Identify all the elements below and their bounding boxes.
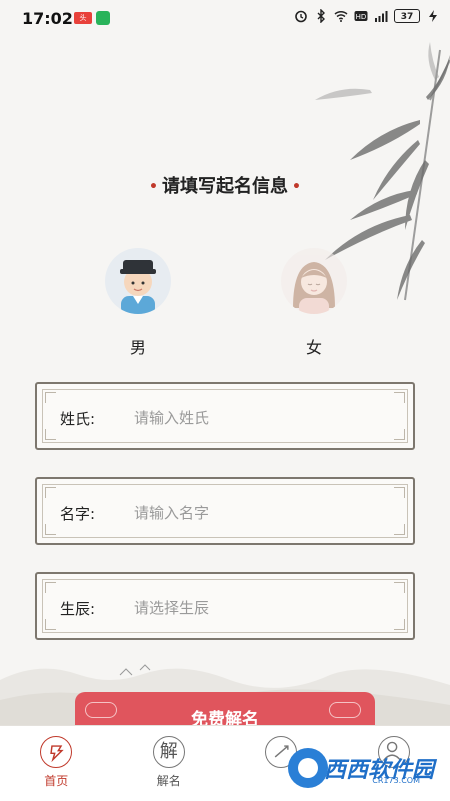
nav-item-interpret[interactable]: 解 解名 [113,726,226,801]
title-dot-right: • [292,179,301,195]
birth-time-picker[interactable] [132,594,396,622]
wifi-icon [334,9,348,23]
gender-male-option[interactable]: 男 [103,248,173,358]
surname-field[interactable]: 姓氏: [35,382,415,450]
cloud-ornament [329,702,361,718]
frame-corner [394,392,405,403]
status-time: 17:02 [22,9,73,28]
watermark-logo-icon [288,748,328,788]
cloud-ornament [85,702,117,718]
female-avatar[interactable] [281,248,347,314]
status-bar: 17:02 头 HD 37 [0,0,450,36]
nav-label-interpret: 解名 [113,772,226,789]
hd-icon: HD [354,9,368,23]
interpret-icon: 解 [153,736,185,768]
form-title-text: 请填写起名信息 [162,176,288,197]
gender-female-option[interactable]: 女 [279,248,349,358]
surname-label: 姓氏: [60,408,95,429]
watermark-subtext: CR173.COM [372,776,420,785]
gender-male-label: 男 [103,334,173,358]
bluetooth-icon [314,9,328,23]
security-notification-icon [96,11,110,25]
alarm-icon [294,9,308,23]
status-icons: HD 37 [294,9,440,23]
frame-corner [394,487,405,498]
frame-corner [45,582,56,593]
frame-corner [45,487,56,498]
gender-female-label: 女 [279,334,349,358]
birth-time-label: 生辰: [60,598,95,619]
nav-label-home: 首页 [0,772,113,789]
frame-corner [45,524,56,535]
svg-text:HD: HD [356,13,367,21]
signal-icon [374,9,388,23]
birth-time-field[interactable]: 生辰: [35,572,415,640]
form-title: •请填写起名信息• [0,172,450,198]
frame-corner [45,619,56,630]
charging-icon [426,9,440,23]
name-label: 名字: [60,503,95,524]
news-notification-icon: 头 [74,12,92,24]
frame-corner [45,392,56,403]
home-icon [40,736,72,768]
nav-item-home[interactable]: 首页 [0,726,113,801]
name-input[interactable] [132,499,396,527]
male-avatar[interactable] [105,248,171,314]
surname-input[interactable] [132,404,396,432]
battery-indicator: 37 [394,9,420,23]
site-watermark: 西西软件园 CR173.COM [288,748,434,788]
frame-corner [394,582,405,593]
frame-corner [45,429,56,440]
name-field[interactable]: 名字: [35,477,415,545]
title-dot-left: • [149,179,158,195]
